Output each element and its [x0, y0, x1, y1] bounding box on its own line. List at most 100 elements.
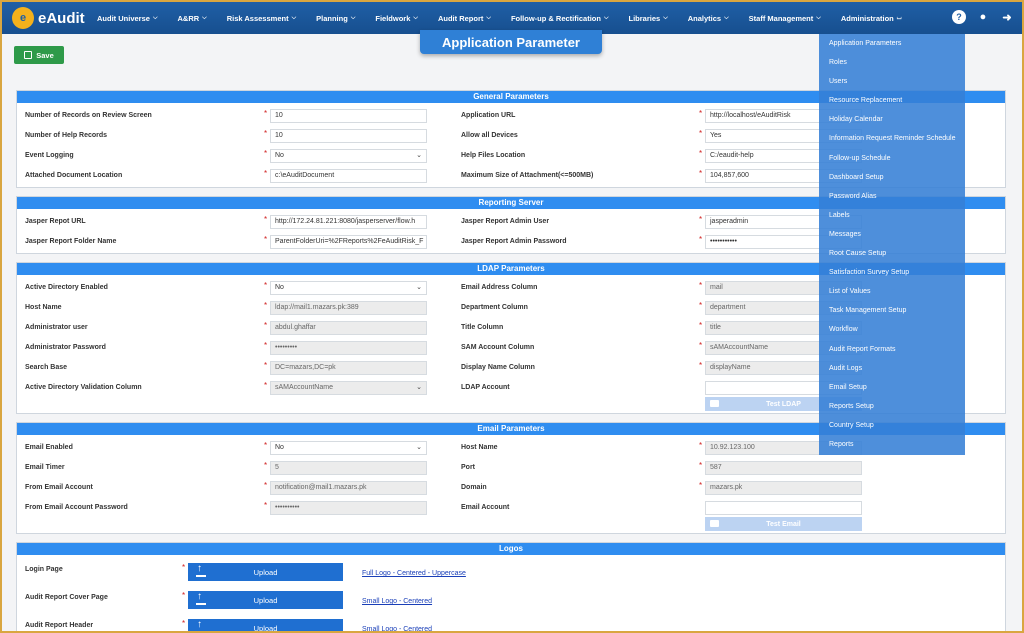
- nav-label: Audit Report: [437, 13, 484, 23]
- required-marker: *: [699, 301, 703, 310]
- menu-item-reports[interactable]: Reports: [819, 435, 965, 454]
- nav-audit-report[interactable]: Audit Report ⌵: [438, 14, 491, 23]
- nav-audit-universe[interactable]: Audit Universe ⌵: [97, 14, 158, 23]
- ad-enabled-select[interactable]: No ⌄: [270, 281, 427, 295]
- upload-label: Upload: [253, 595, 278, 605]
- menu-item-country-setup[interactable]: Country Setup: [819, 416, 965, 435]
- chevron-down-icon: ⌄: [416, 152, 422, 159]
- field-label: Help Files Location: [461, 152, 526, 159]
- field-label: Email Enabled: [25, 444, 73, 451]
- nav-follow-up[interactable]: Follow-up & Rectification ⌵: [511, 14, 609, 23]
- test-email-label: Test Email: [766, 520, 801, 528]
- required-marker: *: [699, 461, 703, 470]
- menu-item-application-parameters[interactable]: Application Parameters: [819, 34, 965, 53]
- logout-icon[interactable]: ➜: [1000, 10, 1014, 24]
- section-header: Logos: [17, 543, 1005, 555]
- chevron-down-icon: ⌵: [413, 14, 418, 21]
- test-email-button[interactable]: Test Email: [705, 517, 862, 531]
- save-button[interactable]: Save: [14, 46, 64, 64]
- field-label: Attached Document Location: [25, 172, 123, 179]
- menu-item-messages[interactable]: Messages: [819, 225, 965, 244]
- required-marker: *: [264, 215, 268, 224]
- brand-logo[interactable]: e eAudit: [12, 7, 97, 29]
- user-icon[interactable]: ●: [976, 10, 990, 24]
- records-review-input[interactable]: 10: [270, 109, 427, 123]
- required-marker: *: [699, 235, 703, 244]
- menu-item-labels[interactable]: Labels: [819, 206, 965, 225]
- menu-item-email-setup[interactable]: Email Setup: [819, 378, 965, 397]
- field-label: Port: [461, 464, 475, 471]
- required-marker: *: [264, 321, 268, 330]
- menu-item-audit-report-formats[interactable]: Audit Report Formats: [819, 340, 965, 359]
- chevron-down-icon: ⌄: [416, 384, 422, 391]
- from-email-account-input: notification@mail1.mazars.pk: [270, 481, 427, 495]
- field-label: Title Column: [461, 324, 504, 331]
- required-marker: *: [699, 281, 703, 290]
- menu-item-holiday-calendar[interactable]: Holiday Calendar: [819, 110, 965, 129]
- main-menu: Audit Universe ⌵ A&RR ⌵ Risk Assessment ⌵ P…: [97, 14, 922, 23]
- help-records-input[interactable]: 10: [270, 129, 427, 143]
- menu-item-satisfaction-survey-setup[interactable]: Satisfaction Survey Setup: [819, 263, 965, 282]
- form-row: Email Timer * 5 Port * 587: [17, 461, 1005, 477]
- chevron-down-icon: ⌵: [724, 14, 729, 21]
- menu-item-resource-replacement[interactable]: Resource Replacement: [819, 91, 965, 110]
- nav-administration[interactable]: Administration ⌴: [841, 14, 902, 23]
- menu-item-info-request-reminder[interactable]: Information Request Reminder Schedule: [819, 129, 965, 148]
- form-row: From Email Account Password * ••••••••••…: [17, 501, 1005, 517]
- field-label: Display Name Column: [461, 364, 535, 371]
- help-icon[interactable]: ?: [952, 10, 966, 24]
- upload-login-logo-button[interactable]: Upload: [188, 563, 343, 581]
- required-marker: *: [182, 591, 186, 600]
- nav-fieldwork[interactable]: Fieldwork ⌵: [375, 14, 418, 23]
- menu-item-workflow[interactable]: Workflow: [819, 320, 965, 339]
- email-enabled-select[interactable]: No ⌄: [270, 441, 427, 455]
- upload-header-logo-button[interactable]: Upload: [188, 619, 343, 633]
- required-marker: *: [699, 215, 703, 224]
- event-logging-select[interactable]: No ⌄: [270, 149, 427, 163]
- menu-item-audit-logs[interactable]: Audit Logs: [819, 359, 965, 378]
- nav-planning[interactable]: Planning ⌵: [316, 14, 355, 23]
- select-value: No: [275, 284, 284, 291]
- menu-item-dashboard-setup[interactable]: Dashboard Setup: [819, 168, 965, 187]
- upload-label: Upload: [253, 623, 278, 633]
- chevron-down-icon: ⌵: [202, 14, 207, 21]
- menu-item-roles[interactable]: Roles: [819, 53, 965, 72]
- required-marker: *: [264, 481, 268, 490]
- logo-row: Login Page * Upload Full Logo - Centered…: [17, 563, 1005, 581]
- menu-item-users[interactable]: Users: [819, 72, 965, 91]
- select-value: sAMAccountName: [275, 384, 333, 391]
- field-label: Jasper Report Folder Name: [25, 238, 117, 245]
- field-label: Administrator user: [25, 324, 88, 331]
- field-label: Domain: [461, 484, 487, 491]
- logo-format-link[interactable]: Small Logo - Centered: [362, 626, 432, 633]
- attached-document-location-input[interactable]: c:\eAuditDocument: [270, 169, 427, 183]
- menu-item-task-management-setup[interactable]: Task Management Setup: [819, 301, 965, 320]
- nav-staff-management[interactable]: Staff Management ⌵: [749, 14, 821, 23]
- nav-risk-assessment[interactable]: Risk Assessment ⌵: [227, 14, 296, 23]
- menu-item-follow-up-schedule[interactable]: Follow-up Schedule: [819, 149, 965, 168]
- select-value: No: [275, 152, 284, 159]
- admin-password-input: •••••••••: [270, 341, 427, 355]
- upload-cover-logo-button[interactable]: Upload: [188, 591, 343, 609]
- jasper-url-input[interactable]: http://172.24.81.221:8080/jasperserver/f…: [270, 215, 427, 229]
- folder-icon: [710, 400, 719, 407]
- field-label: Event Logging: [25, 152, 74, 159]
- field-label: Number of Help Records: [25, 132, 108, 139]
- menu-item-root-cause-setup[interactable]: Root Cause Setup: [819, 244, 965, 263]
- logo-format-link[interactable]: Small Logo - Centered: [362, 598, 432, 605]
- brand-name: eAudit: [38, 9, 85, 27]
- required-marker: *: [699, 129, 703, 138]
- email-account-input[interactable]: [705, 501, 862, 515]
- menu-item-list-of-values[interactable]: List of Values: [819, 282, 965, 301]
- field-label: Administrator Password: [25, 344, 106, 351]
- menu-item-password-alias[interactable]: Password Alias: [819, 187, 965, 206]
- chevron-down-icon: ⌵: [291, 14, 297, 21]
- nav-arr[interactable]: A&RR ⌵: [178, 14, 207, 23]
- jasper-folder-input[interactable]: ParentFolderUri=%2FReports%2FeAuditRisk_…: [270, 235, 427, 249]
- field-label: Active Directory Enabled: [25, 284, 108, 291]
- nav-analytics[interactable]: Analytics ⌵: [688, 14, 729, 23]
- nav-libraries[interactable]: Libraries ⌵: [629, 14, 668, 23]
- menu-item-reports-setup[interactable]: Reports Setup: [819, 397, 965, 416]
- logo-format-link[interactable]: Full Logo - Centered - Uppercase: [362, 570, 466, 577]
- upload-icon: [196, 591, 206, 605]
